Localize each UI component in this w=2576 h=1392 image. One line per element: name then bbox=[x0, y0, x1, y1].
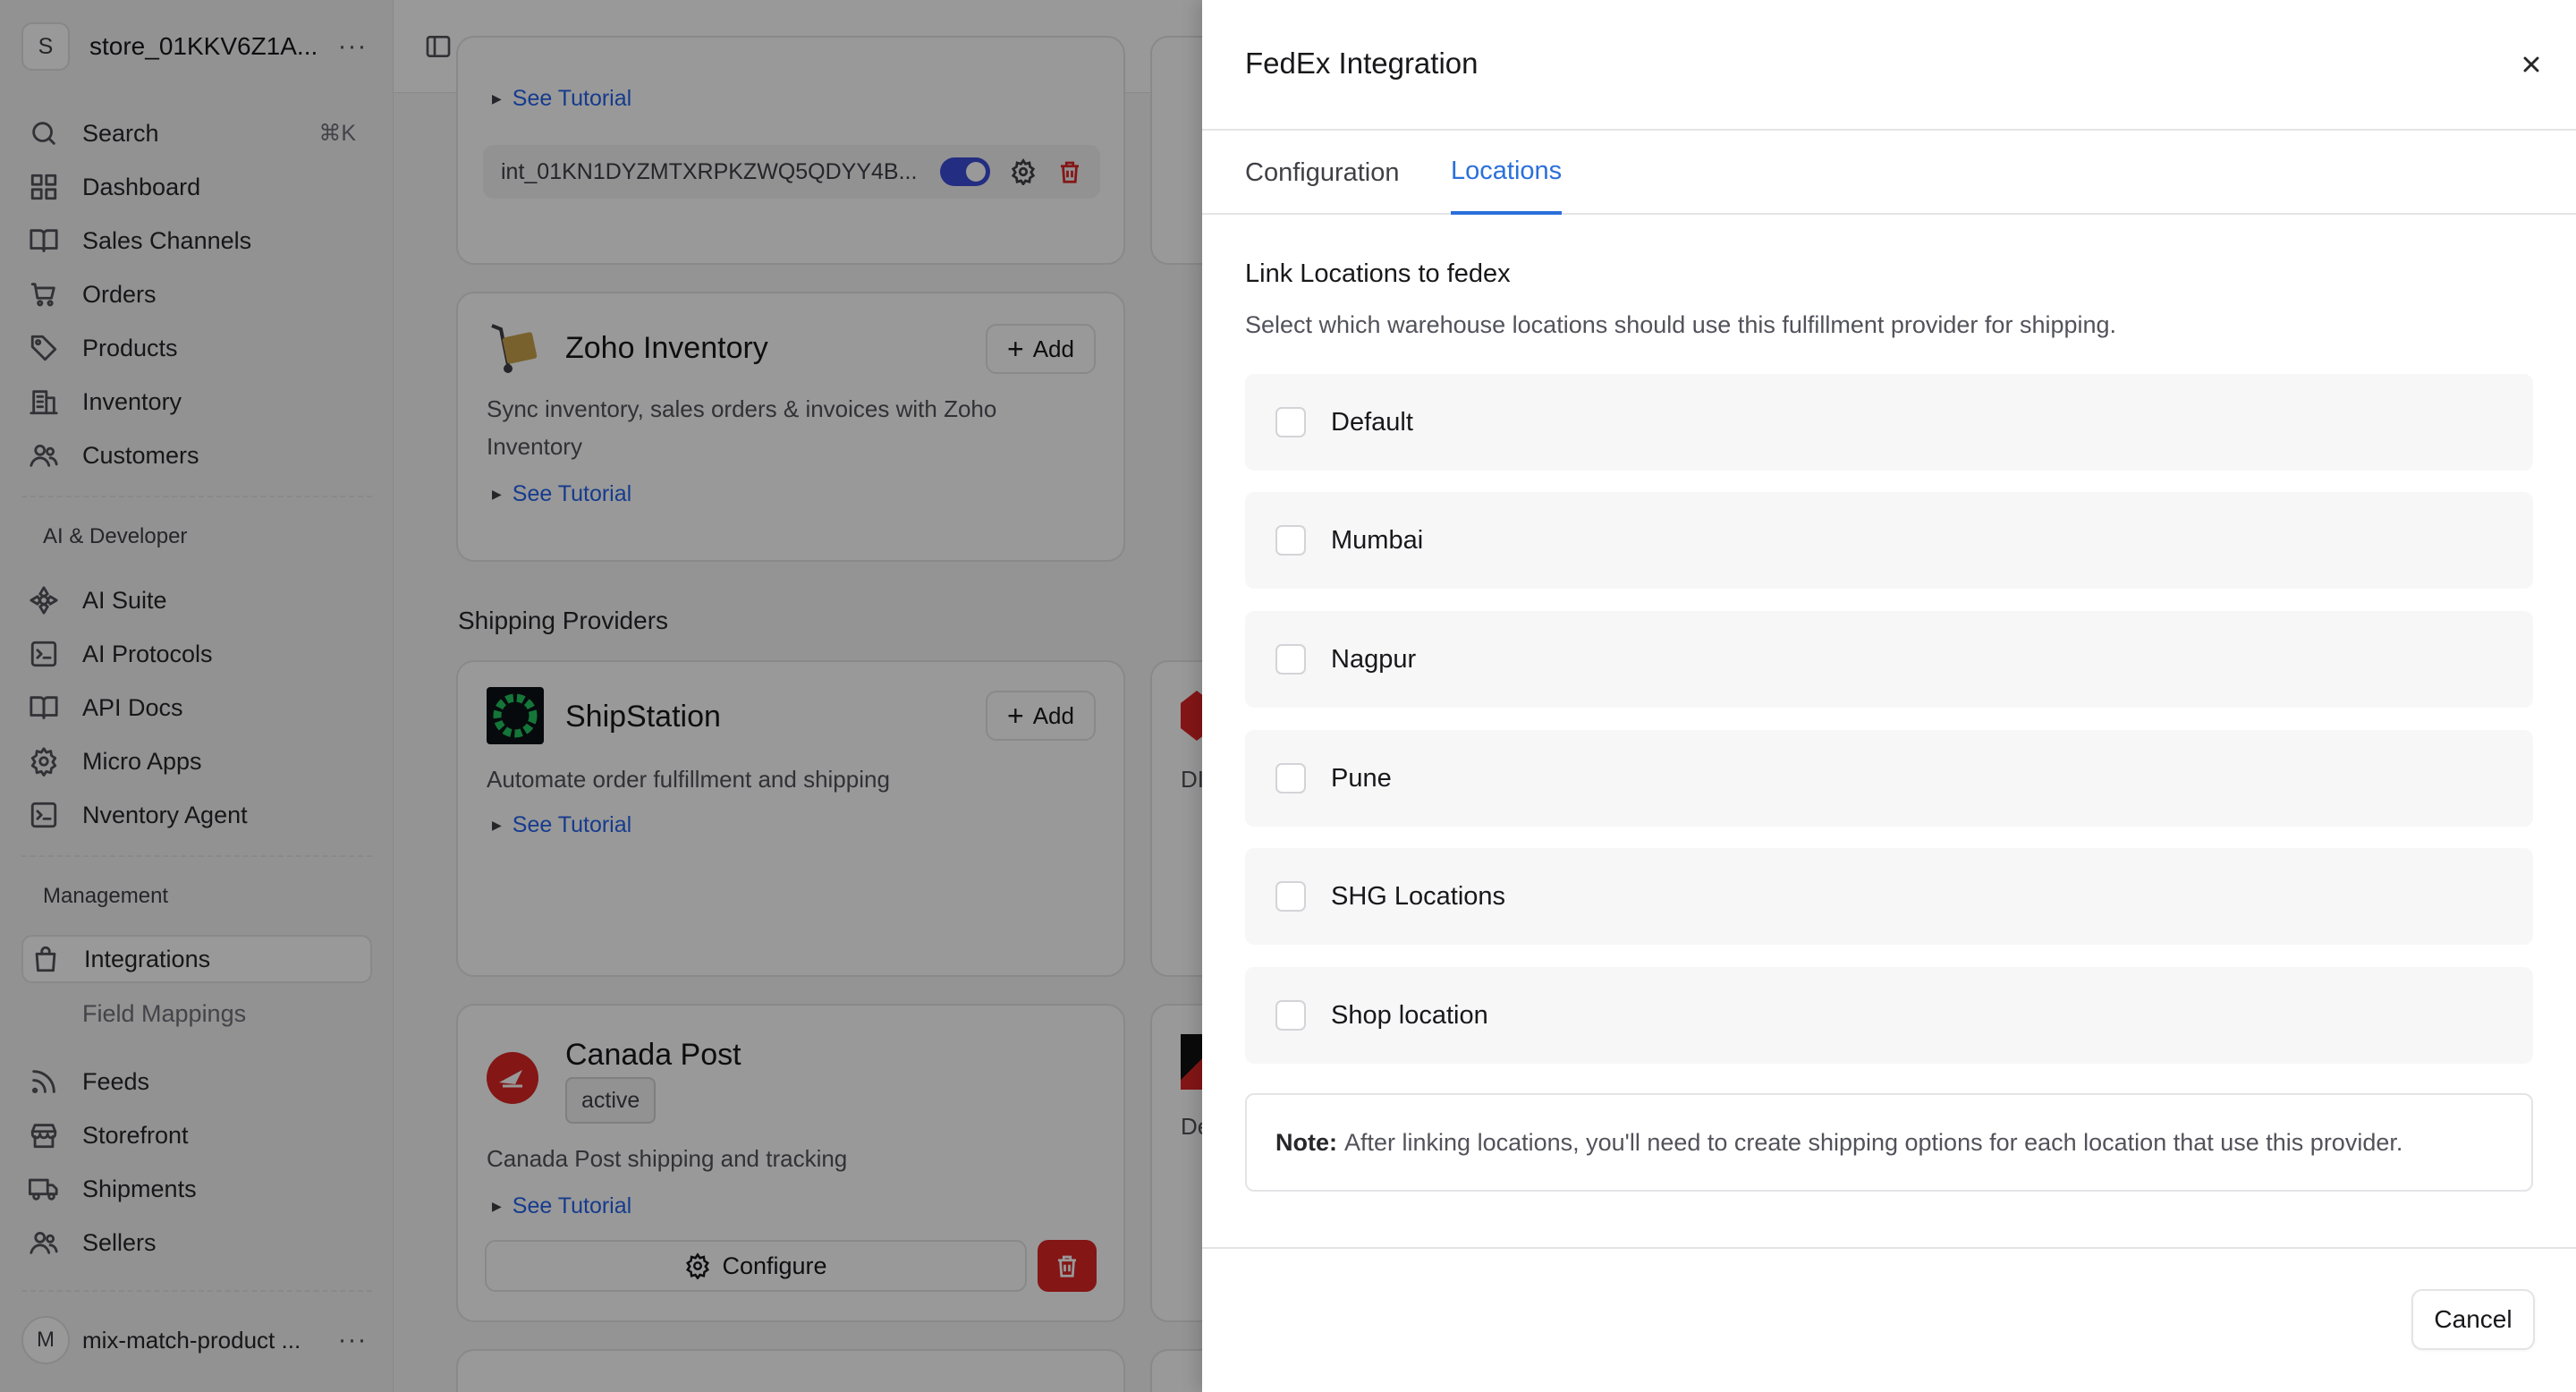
location-label: Mumbai bbox=[1331, 525, 1424, 555]
location-checkbox[interactable] bbox=[1275, 763, 1306, 794]
location-checkbox[interactable] bbox=[1275, 525, 1306, 556]
tabs: Configuration Locations bbox=[1202, 131, 2576, 215]
location-label: Nagpur bbox=[1331, 644, 1417, 674]
close-icon bbox=[2523, 56, 2539, 72]
location-checkbox[interactable] bbox=[1275, 881, 1306, 912]
divider bbox=[1202, 1247, 2576, 1249]
tab-locations[interactable]: Locations bbox=[1451, 131, 1563, 215]
location-checkbox[interactable] bbox=[1275, 644, 1306, 675]
close-button[interactable] bbox=[2513, 47, 2549, 82]
note-box: Note: After linking locations, you'll ne… bbox=[1245, 1093, 2533, 1192]
cancel-button[interactable]: Cancel bbox=[2411, 1289, 2535, 1350]
location-row[interactable]: SHG Locations bbox=[1245, 848, 2533, 945]
location-label: Pune bbox=[1331, 763, 1392, 793]
location-row[interactable]: Shop location bbox=[1245, 967, 2533, 1064]
section-description: Select which warehouse locations should … bbox=[1245, 311, 2117, 338]
location-row[interactable]: Mumbai bbox=[1245, 492, 2533, 589]
note-text: After linking locations, you'll need to … bbox=[1344, 1128, 2403, 1156]
note-label: Note: bbox=[1275, 1128, 1337, 1156]
location-row[interactable]: Pune bbox=[1245, 730, 2533, 827]
sheet-title: FedEx Integration bbox=[1245, 47, 1479, 80]
location-checkbox[interactable] bbox=[1275, 407, 1306, 437]
location-row[interactable]: Default bbox=[1245, 374, 2533, 471]
location-label: Default bbox=[1331, 407, 1413, 437]
fedex-integration-sheet: FedEx Integration Configuration Location… bbox=[1202, 0, 2576, 1392]
location-row[interactable]: Nagpur bbox=[1245, 611, 2533, 708]
location-checkbox[interactable] bbox=[1275, 1000, 1306, 1031]
tab-configuration[interactable]: Configuration bbox=[1245, 131, 1400, 215]
location-label: SHG Locations bbox=[1331, 881, 1506, 911]
section-heading: Link Locations to fedex bbox=[1245, 259, 1511, 288]
location-label: Shop location bbox=[1331, 1000, 1488, 1030]
